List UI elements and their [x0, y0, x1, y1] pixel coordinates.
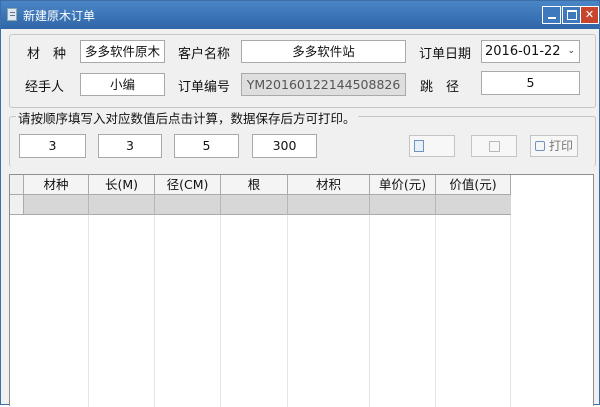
column-header-value[interactable]: 价值(元)	[436, 175, 511, 195]
window-title: 新建原木订单	[23, 9, 96, 23]
column-header-material[interactable]: 材种	[24, 175, 89, 195]
calc-input-4[interactable]: 300	[252, 134, 317, 158]
column-header-diameter[interactable]: 径(CM)	[155, 175, 221, 195]
customer-label: 客户名称	[178, 47, 231, 62]
minimize-icon	[547, 17, 556, 19]
title-bar[interactable]: 新建原木订单 ✕	[1, 1, 599, 29]
material-label: 材 种	[27, 47, 67, 62]
grid-divider	[220, 215, 221, 407]
instruction-text: 请按顺序填写入对应数值后点击计算，数据保存后方可打印。	[16, 108, 358, 127]
chevron-down-icon[interactable]: ⌄	[567, 41, 575, 62]
calc-input-3[interactable]: 5	[174, 134, 239, 158]
grid-divider	[88, 215, 89, 407]
date-value: 2016-01-22	[485, 44, 561, 59]
close-button[interactable]: ✕	[580, 6, 599, 24]
jump-field[interactable]: 5	[481, 71, 580, 95]
calc-input-1[interactable]: 3	[19, 134, 86, 158]
customer-field[interactable]: 多多软件站	[241, 40, 406, 63]
date-label: 订单日期	[419, 47, 472, 62]
table-row[interactable]	[24, 195, 511, 215]
grid-divider	[154, 195, 155, 215]
grid-corner[interactable]	[10, 175, 24, 195]
date-picker[interactable]: 2016-01-22 ⌄	[481, 40, 580, 63]
material-field[interactable]: 多多软件原木	[80, 40, 165, 63]
close-icon: ✕	[584, 8, 595, 21]
column-header-count[interactable]: 根	[221, 175, 288, 195]
calc-input-2[interactable]: 3	[98, 134, 162, 158]
print-button[interactable]: 打印	[530, 135, 578, 157]
calculator-icon	[414, 140, 424, 152]
order-no-label: 订单编号	[178, 80, 231, 95]
grid-divider	[369, 195, 370, 215]
grid-divider	[510, 215, 511, 407]
maximize-icon	[566, 10, 577, 20]
maximize-button[interactable]	[562, 6, 581, 24]
print-button-label: 打印	[549, 139, 574, 153]
grid-divider	[435, 195, 436, 215]
grid-divider	[287, 215, 288, 407]
column-header-unit-price[interactable]: 单价(元)	[370, 175, 436, 195]
printer-icon	[535, 141, 545, 151]
calculate-button[interactable]	[409, 135, 455, 157]
row-header[interactable]	[10, 195, 24, 215]
grid-divider	[369, 215, 370, 407]
grid-divider	[154, 215, 155, 407]
minimize-button[interactable]	[542, 6, 561, 24]
handler-field[interactable]: 小编	[80, 73, 165, 96]
grid-divider	[435, 215, 436, 407]
column-header-length[interactable]: 长(M)	[89, 175, 155, 195]
order-window: 新建原木订单 ✕ 材 种 多多软件原木 客户名称 多多软件站 订单日期 2016…	[0, 0, 600, 407]
document-icon	[7, 8, 17, 21]
order-no-field: YM20160122144508826	[241, 73, 406, 96]
save-icon	[489, 141, 500, 152]
jump-label: 跳 径	[420, 80, 460, 95]
column-header-volume[interactable]: 材积	[288, 175, 370, 195]
save-button[interactable]	[471, 135, 517, 157]
order-grid[interactable]: 材种 长(M) 径(CM) 根 材积 单价(元) 价值(元)	[9, 174, 594, 407]
grid-divider	[287, 195, 288, 215]
grid-divider	[88, 195, 89, 215]
grid-divider	[220, 195, 221, 215]
handler-label: 经手人	[25, 80, 65, 95]
